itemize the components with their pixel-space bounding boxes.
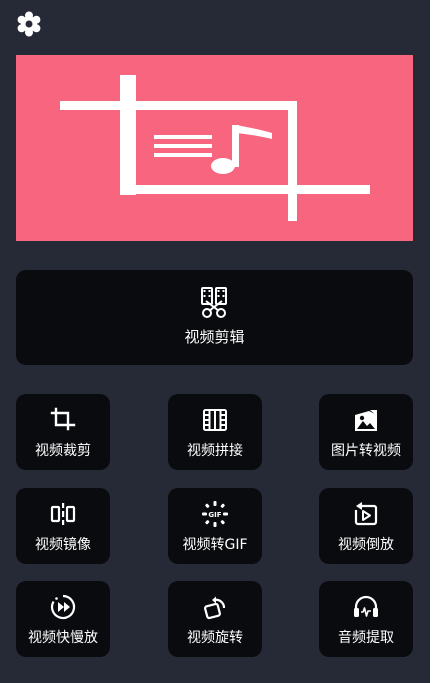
headphones-icon <box>354 595 378 617</box>
tool-label: 视频旋转 <box>187 630 243 646</box>
film-scissors-icon <box>201 287 227 318</box>
tool-video-to-gif[interactable]: GIF 视频转GIF <box>168 488 262 564</box>
reverse-play-icon <box>354 502 378 526</box>
hero-banner <box>16 55 413 241</box>
gif-icon: GIF <box>202 501 228 527</box>
tool-label: 视频裁剪 <box>35 443 91 459</box>
speed-icon <box>50 594 76 620</box>
tool-label: 视频快慢放 <box>28 630 98 646</box>
tool-video-reverse[interactable]: 视频倒放 <box>319 488 413 564</box>
tool-video-speed[interactable]: 视频快慢放 <box>16 581 110 657</box>
mirror-icon <box>50 503 76 525</box>
tool-audio-extract[interactable]: 音频提取 <box>319 581 413 657</box>
crop-icon <box>50 407 76 431</box>
tool-image-to-video[interactable]: 图片转视频 <box>319 394 413 470</box>
video-edit-card[interactable]: 视频剪辑 <box>16 270 413 365</box>
video-edit-label: 视频剪辑 <box>184 328 245 346</box>
tool-video-crop[interactable]: 视频裁剪 <box>16 394 110 470</box>
tool-label: 视频镜像 <box>35 537 91 553</box>
tool-label: 视频转GIF <box>182 537 248 553</box>
tool-video-rotate[interactable]: 视频旋转 <box>168 581 262 657</box>
image-to-video-icon <box>355 410 377 431</box>
tool-video-mirror[interactable]: 视频镜像 <box>16 488 110 564</box>
film-strip-icon <box>203 409 227 431</box>
right-edge-bar <box>430 0 438 683</box>
settings-button[interactable] <box>16 11 42 37</box>
tool-label: 音频提取 <box>338 630 394 646</box>
tool-label: 视频倒放 <box>338 537 394 553</box>
tool-video-merge[interactable]: 视频拼接 <box>168 394 262 470</box>
gear-icon <box>17 11 41 37</box>
tool-label: 视频拼接 <box>187 443 243 459</box>
crop-music-icon <box>60 75 370 221</box>
rotate-icon <box>204 596 226 620</box>
tool-label: 图片转视频 <box>331 443 401 459</box>
svg-text:GIF: GIF <box>208 511 221 519</box>
